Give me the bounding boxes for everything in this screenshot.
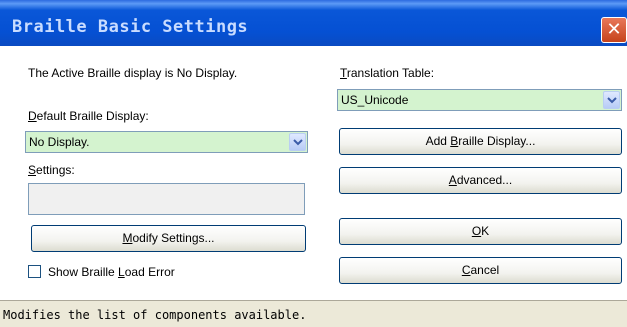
modify-settings-button[interactable]: Modify Settings...	[31, 225, 306, 252]
translation-table-dropdown[interactable]: US_Unicode	[337, 89, 622, 111]
title-bar: Braille Basic Settings ✕	[0, 0, 627, 46]
add-braille-display-button[interactable]: Add Braille Display...	[339, 128, 622, 155]
cancel-button[interactable]: Cancel	[339, 257, 622, 284]
chevron-down-icon[interactable]	[289, 133, 306, 151]
active-display-text: The Active Braille display is No Display…	[28, 66, 238, 80]
translation-table-value: US_Unicode	[341, 93, 409, 107]
default-display-label: Default Braille Display:	[28, 109, 149, 123]
chevron-down-icon[interactable]	[603, 91, 620, 109]
ok-button[interactable]: OK	[339, 218, 622, 245]
settings-field[interactable]	[28, 183, 305, 215]
status-bar: Modifies the list of components availabl…	[0, 300, 627, 327]
close-button[interactable]: ✕	[601, 17, 627, 43]
default-display-value: No Display.	[29, 135, 90, 149]
advanced-button[interactable]: Advanced...	[339, 167, 622, 194]
translation-table-label: Translation Table:	[340, 66, 435, 80]
window-title: Braille Basic Settings	[12, 17, 249, 37]
settings-label: Settings:	[28, 163, 75, 177]
status-text: Modifies the list of components availabl…	[3, 308, 307, 322]
default-display-dropdown[interactable]: No Display.	[25, 131, 308, 153]
show-load-error-checkbox[interactable]	[28, 265, 41, 278]
show-load-error-label: Show Braille Load Error	[48, 265, 175, 279]
close-icon: ✕	[606, 19, 622, 40]
